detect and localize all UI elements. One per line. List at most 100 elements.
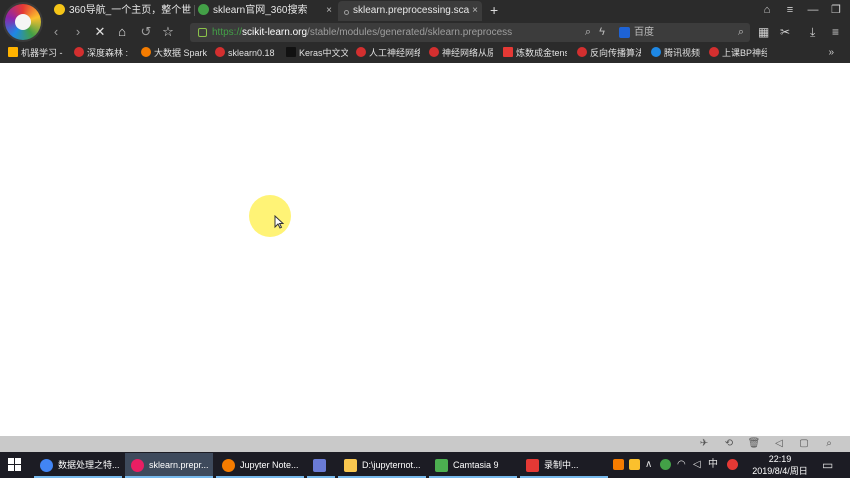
folder-icon xyxy=(344,459,357,472)
new-tab-button[interactable]: + xyxy=(490,1,498,19)
taskbar-item-app[interactable] xyxy=(307,453,335,478)
bookmark-label: Keras中文文 xyxy=(299,48,348,58)
speaker-icon[interactable]: ◁ xyxy=(693,458,701,472)
bookmarks-bar: 机器学习 - 深度森林 : 大数据 Spark sklearn0.18 Kera… xyxy=(0,43,850,63)
close-icon[interactable]: × xyxy=(182,1,188,21)
tray-app-icon[interactable] xyxy=(613,459,624,470)
menu-lines-icon[interactable]: ≡ xyxy=(832,24,839,40)
restore-icon[interactable]: ⟲ xyxy=(722,437,736,451)
tab-sklearn-active[interactable]: sklearn.preprocessing.sca × xyxy=(338,1,482,21)
tray-expand-icon[interactable]: ∧ xyxy=(645,458,652,472)
url-scheme: https:// xyxy=(212,27,243,38)
taskbar-item-jupyter[interactable]: Jupyter Note... xyxy=(216,453,304,478)
url-text[interactable]: https://scikit-learn.org/stable/modules/… xyxy=(212,23,522,42)
csdn-icon xyxy=(215,47,225,57)
bookmark-label: 机器学习 - xyxy=(21,48,63,58)
favorite-star-icon[interactable]: ☆ xyxy=(160,24,176,40)
search-icon xyxy=(198,4,209,15)
tab-divider xyxy=(194,5,195,16)
undo-icon[interactable]: ↺ xyxy=(138,24,154,40)
bookmark-item[interactable]: 腾讯视频 xyxy=(651,45,707,61)
stop-icon[interactable]: ✕ xyxy=(92,24,108,40)
taskbar: 数据处理之特... sklearn.prepr... Jupyter Note.… xyxy=(0,452,850,478)
close-icon[interactable]: × xyxy=(326,1,332,21)
wifi-icon[interactable]: ◠ xyxy=(677,458,686,472)
volume-icon[interactable]: ◁ xyxy=(772,437,786,451)
bookmark-label: sklearn0.18 xyxy=(228,48,275,58)
search-box[interactable]: 百度 ⌕ xyxy=(612,23,750,42)
apps-grid-icon[interactable]: ▦ xyxy=(758,24,769,40)
chrome-icon xyxy=(40,459,53,472)
tray-status-icon[interactable] xyxy=(660,459,671,470)
bookmark-label: 上课BP神经 xyxy=(722,48,767,58)
bookmark-item[interactable]: sklearn0.18 xyxy=(215,45,279,61)
taskbar-item-camtasia[interactable]: Camtasia 9 xyxy=(429,453,517,478)
scissors-icon[interactable]: ✂ xyxy=(780,24,790,40)
lock-icon xyxy=(198,28,207,37)
zoom-icon[interactable]: ⌕ xyxy=(585,26,591,38)
taskbar-item-chrome[interactable]: 数据处理之特... xyxy=(34,453,122,478)
tab-title: 360导航_一个主页，整个世 xyxy=(69,5,192,16)
tab-360-search[interactable]: sklearn官网_360搜索 × xyxy=(198,1,336,21)
bookmark-item[interactable]: 炼数成金tens xyxy=(503,45,567,61)
lightning-icon[interactable]: ϟ xyxy=(599,26,605,38)
bookmark-item[interactable]: 人工神经网络 xyxy=(356,45,420,61)
csdn-icon xyxy=(74,47,84,57)
tab-360-nav[interactable]: 360导航_一个主页，整个世 × xyxy=(54,1,192,21)
bookmark-item[interactable]: Keras中文文 xyxy=(286,45,348,61)
bookmark-label: 深度森林 : xyxy=(87,48,129,58)
window-icon[interactable]: ▢ xyxy=(797,437,811,451)
bookmark-item[interactable]: 反向传播算法 xyxy=(577,45,641,61)
search-icon[interactable]: ⌕ xyxy=(738,23,744,42)
bookmark-item[interactable]: 上课BP神经 xyxy=(709,45,767,61)
csdn-icon xyxy=(429,47,439,57)
recorder-icon xyxy=(526,459,539,472)
page-content[interactable] xyxy=(0,63,850,436)
address-bar[interactable]: https://scikit-learn.org/stable/modules/… xyxy=(190,23,648,42)
trash-icon[interactable]: 🗑 xyxy=(747,437,761,451)
forward-icon[interactable]: › xyxy=(70,24,86,40)
360-browser-icon xyxy=(131,459,144,472)
taskbar-item-recorder[interactable]: 录制中... xyxy=(520,453,608,478)
taskbar-label: sklearn.prepr... xyxy=(149,460,209,470)
bookmark-item[interactable]: 深度森林 : xyxy=(74,45,132,61)
csdn-icon xyxy=(709,47,719,57)
menu-icon[interactable]: ≡ xyxy=(782,2,798,18)
bookmark-item[interactable]: 大数据 Spark xyxy=(141,45,207,61)
notification-icon[interactable]: ▭ xyxy=(822,458,833,472)
jupyter-icon xyxy=(222,459,235,472)
accelerate-icon[interactable]: ✈ xyxy=(697,437,711,451)
tencent-video-icon xyxy=(651,47,661,57)
back-icon[interactable]: ‹ xyxy=(48,24,64,40)
ime-indicator[interactable]: 中 xyxy=(708,458,718,472)
bookmark-label: 腾讯视频 xyxy=(664,48,701,58)
taskbar-item-explorer[interactable]: D:\jupyternot... xyxy=(338,453,426,478)
skin-icon[interactable]: ⌂ xyxy=(759,2,775,18)
clock[interactable]: 22:19 2019/8/4/周日 xyxy=(748,453,812,477)
folder-icon xyxy=(8,47,18,57)
bookmarks-more-icon[interactable]: » xyxy=(828,45,834,61)
url-path: /stable/modules/generated/sklearn.prepro… xyxy=(307,27,513,38)
search-input[interactable]: 百度 xyxy=(634,23,654,42)
windows-start-icon[interactable] xyxy=(8,458,22,472)
clock-time: 22:19 xyxy=(768,454,792,464)
shield-icon[interactable] xyxy=(629,459,640,470)
sogou-icon[interactable] xyxy=(727,459,738,470)
download-icon[interactable]: ⤓ xyxy=(810,24,815,40)
bookmark-item[interactable]: 机器学习 - xyxy=(8,45,68,61)
home-icon[interactable]: ⌂ xyxy=(114,24,130,40)
close-icon[interactable]: × xyxy=(472,1,478,21)
camtasia-icon xyxy=(435,459,448,472)
minimize-icon[interactable]: — xyxy=(805,2,821,18)
zoom-icon[interactable]: ⌕ xyxy=(822,437,836,451)
bookmark-item[interactable]: 神经网络从原 xyxy=(429,45,493,61)
toolbar: ‹ › ✕ ⌂ ↺ ☆ https://scikit-learn.org/sta… xyxy=(44,21,850,43)
bookmark-label: 大数据 Spark xyxy=(154,48,207,58)
browser-logo[interactable] xyxy=(5,4,41,40)
browser-status-bar: ✈ ⟲ 🗑 ◁ ▢ ⌕ xyxy=(0,436,850,452)
taskbar-item-360browser[interactable]: sklearn.prepr... xyxy=(125,453,213,478)
browser-chrome: 360导航_一个主页，整个世 × sklearn官网_360搜索 × sklea… xyxy=(0,0,850,63)
tab-title: sklearn.preprocessing.sca xyxy=(353,5,470,16)
bookmark-label: 炼数成金tens xyxy=(516,48,567,58)
restore-icon[interactable]: ❐ xyxy=(828,2,844,18)
